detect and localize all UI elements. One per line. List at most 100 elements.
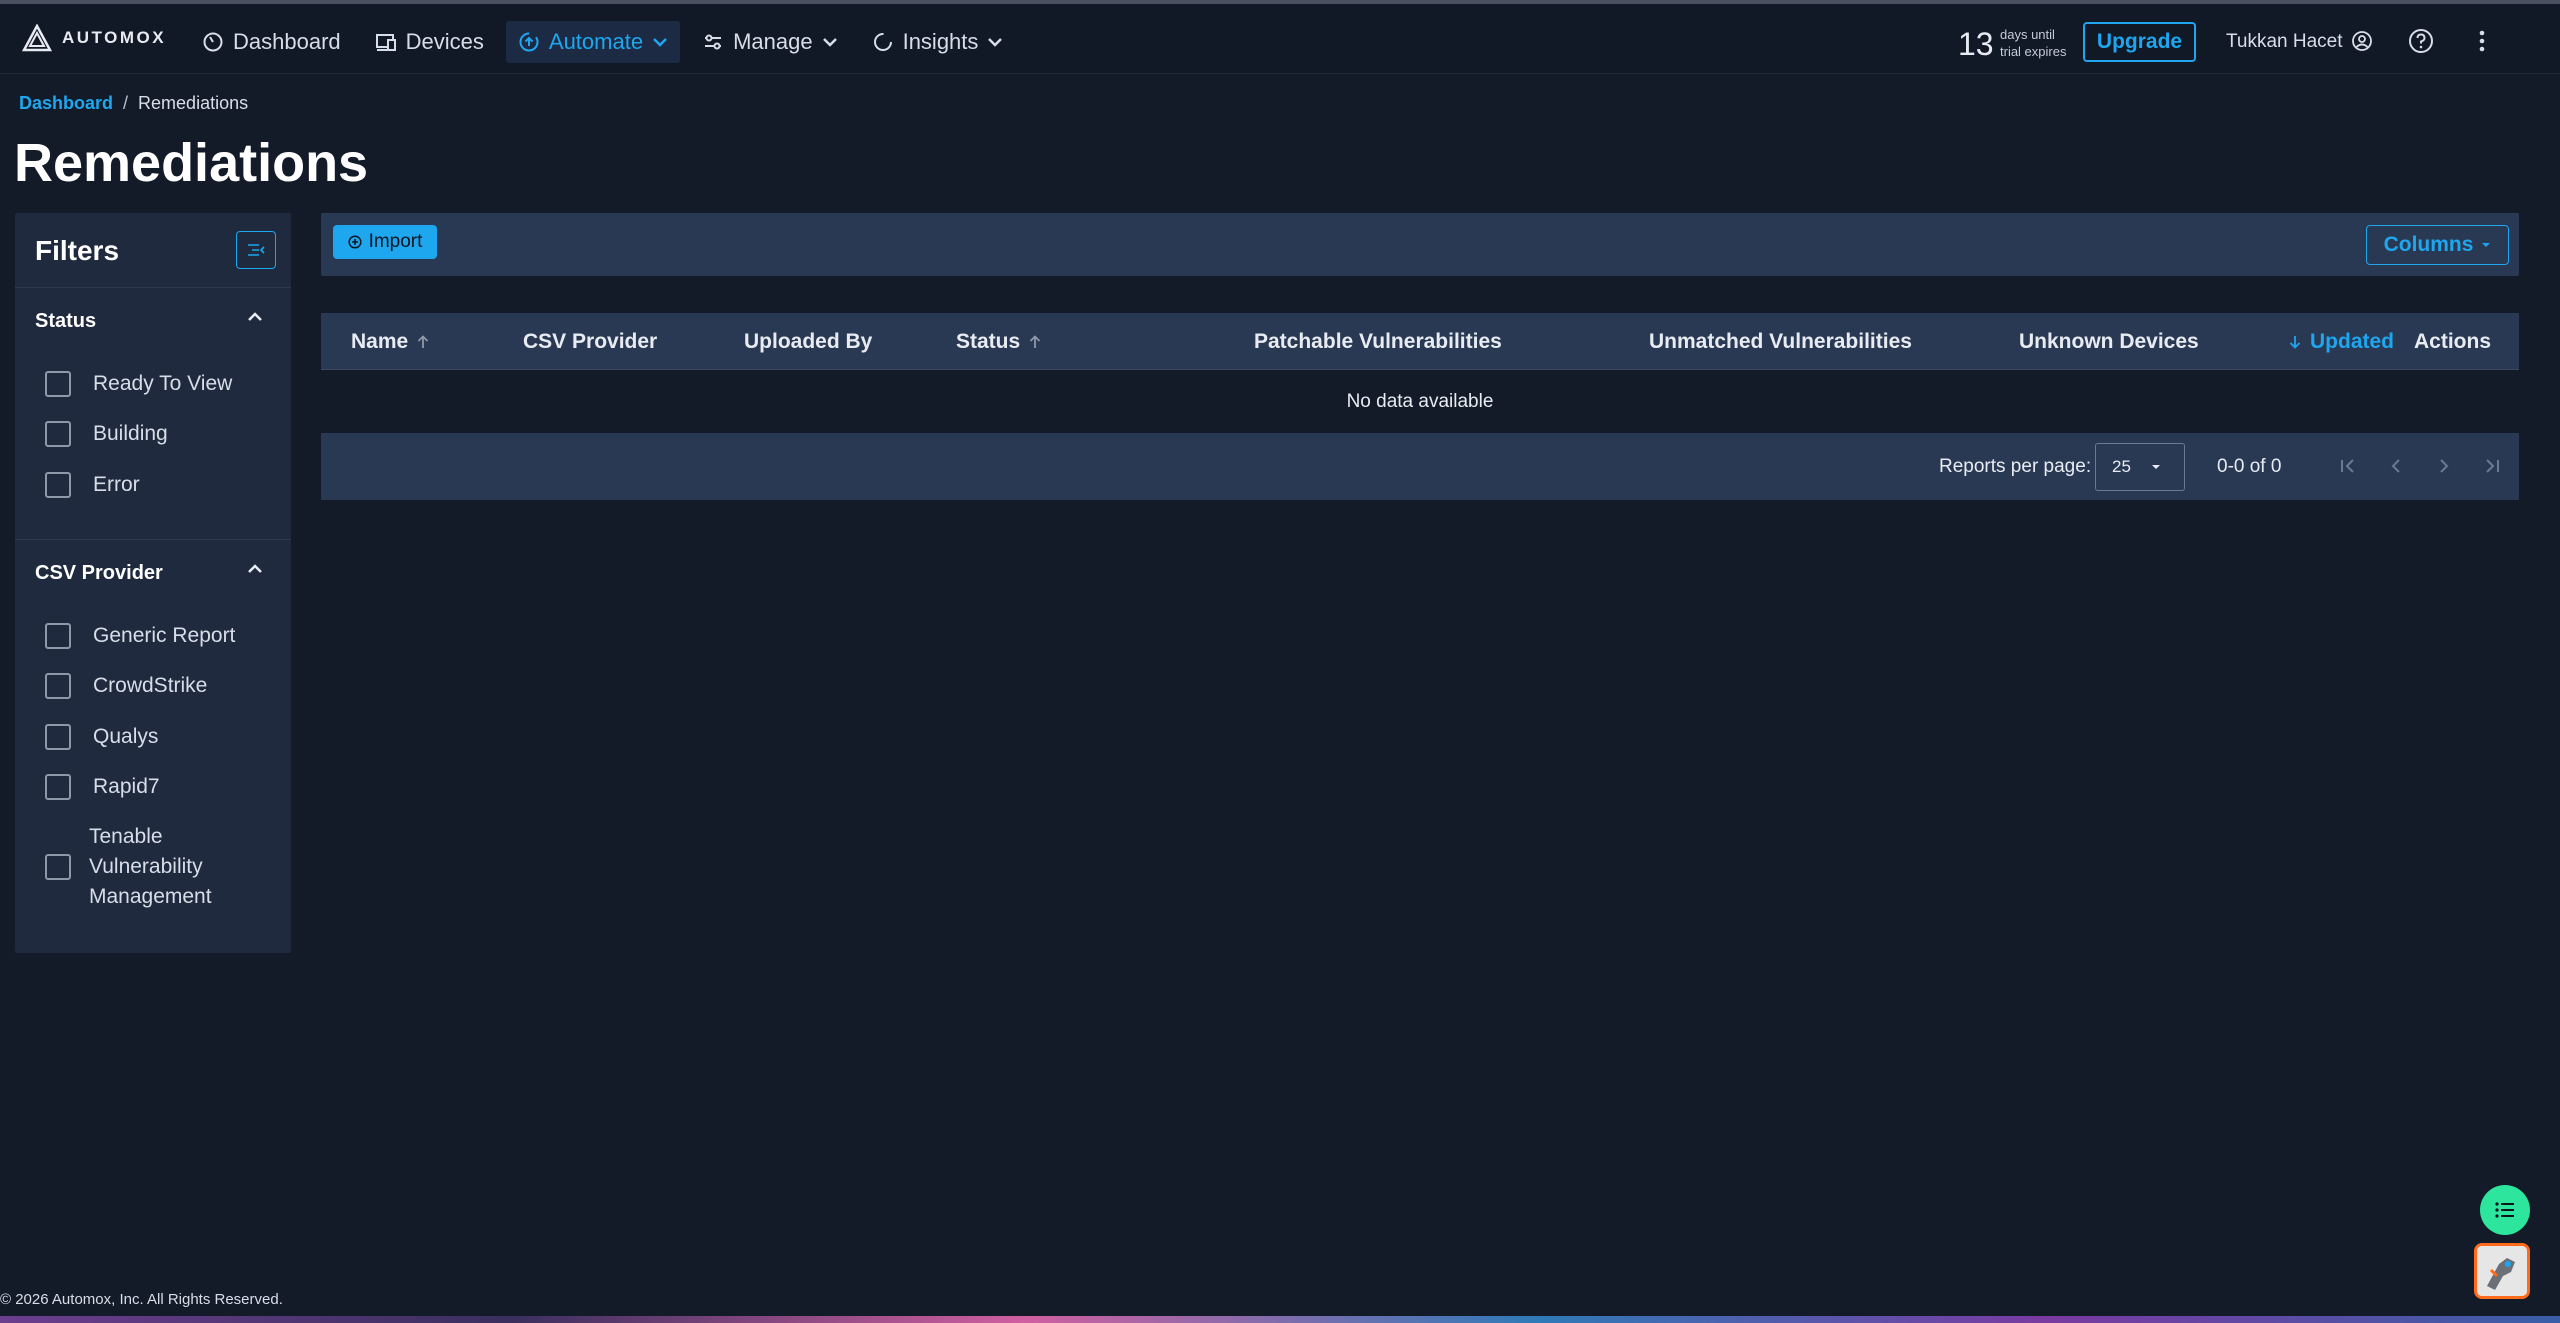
trial-expiry-text: days until trial expires bbox=[2000, 26, 2066, 60]
add-circle-icon bbox=[348, 235, 362, 249]
status-section-header[interactable]: Status bbox=[15, 288, 291, 354]
filter-option-crowdstrike[interactable]: CrowdStrike bbox=[45, 673, 207, 699]
label-line: Tenable bbox=[89, 825, 163, 848]
filter-option-rapid7[interactable]: Rapid7 bbox=[45, 774, 160, 800]
column-header-label: Unknown Devices bbox=[2019, 330, 2199, 353]
trial-text-line2: trial expires bbox=[2000, 44, 2067, 59]
automox-logo[interactable]: AUTOMOX bbox=[22, 24, 166, 52]
filters-header: Filters bbox=[15, 213, 291, 288]
nav-devices-label: Devices bbox=[405, 29, 484, 54]
collapse-filters-button[interactable] bbox=[236, 231, 276, 269]
csv-provider-section-header[interactable]: CSV Provider bbox=[15, 540, 291, 606]
import-button[interactable]: Import bbox=[333, 225, 437, 259]
chevron-down-icon bbox=[988, 38, 1003, 47]
help-icon[interactable] bbox=[2408, 28, 2434, 54]
empty-state-text: No data available bbox=[1346, 390, 1494, 412]
chevron-down-icon bbox=[653, 38, 667, 47]
column-header-label: Name bbox=[351, 330, 409, 353]
filter-option-qualys[interactable]: Qualys bbox=[45, 724, 158, 750]
nav-insights[interactable]: Insights bbox=[860, 21, 1016, 63]
desktop-taskbar-strip bbox=[0, 1316, 2560, 1323]
column-header-label: Unmatched Vulnerabilities bbox=[1649, 330, 1912, 353]
trial-days-count: 13 bbox=[1958, 26, 1994, 62]
checkbox[interactable] bbox=[45, 724, 71, 750]
user-account-icon[interactable] bbox=[2351, 30, 2373, 52]
nav-manage[interactable]: Manage bbox=[690, 21, 850, 63]
column-header-csv-provider[interactable]: CSV Provider bbox=[523, 330, 657, 354]
column-header-patchable-vulnerabilities[interactable]: Patchable Vulnerabilities bbox=[1254, 330, 1502, 354]
table-toolbar: Import Columns bbox=[321, 213, 2519, 276]
checkbox[interactable] bbox=[45, 623, 71, 649]
nav-devices[interactable]: Devices bbox=[363, 21, 496, 63]
upgrade-button[interactable]: Upgrade bbox=[2083, 22, 2196, 62]
remediations-table: Name CSV Provider Uploaded By Status Pat… bbox=[321, 313, 2519, 500]
brand-name: AUTOMOX bbox=[62, 28, 167, 47]
filter-option-label: Building bbox=[93, 422, 168, 445]
nav-insights-label: Insights bbox=[902, 29, 979, 54]
breadcrumb: Dashboard / Remediations bbox=[19, 93, 248, 114]
column-header-status[interactable]: Status bbox=[956, 330, 1042, 354]
columns-button[interactable]: Columns bbox=[2366, 225, 2509, 265]
chevron-up-icon bbox=[248, 312, 262, 321]
gauge-icon bbox=[203, 32, 223, 52]
column-header-name[interactable]: Name bbox=[351, 330, 430, 354]
automate-icon bbox=[519, 32, 539, 52]
nav-automate[interactable]: Automate bbox=[505, 21, 681, 63]
column-header-unmatched-vulnerabilities[interactable]: Unmatched Vulnerabilities bbox=[1649, 330, 1912, 354]
filter-option-label: Generic Report bbox=[93, 624, 236, 647]
breadcrumb-dashboard-link[interactable]: Dashboard bbox=[19, 93, 113, 114]
rows-per-page-label: Reports per page: bbox=[1939, 456, 2092, 477]
label-line: Management bbox=[89, 885, 212, 908]
column-header-updated[interactable]: Updated bbox=[2288, 330, 2394, 354]
rows-per-page-value: 25 bbox=[2112, 457, 2131, 476]
last-page-icon[interactable] bbox=[2480, 454, 2504, 478]
filter-option-tenable-vulnerability-management[interactable]: Tenable Vulnerability Management bbox=[45, 822, 212, 912]
table-header: Name CSV Provider Uploaded By Status Pat… bbox=[321, 313, 2519, 370]
column-header-uploaded-by[interactable]: Uploaded By bbox=[744, 330, 872, 354]
filter-option-label: Error bbox=[93, 473, 140, 496]
devices-icon bbox=[375, 34, 396, 51]
filter-option-label: Qualys bbox=[93, 725, 159, 748]
nav-dashboard[interactable]: Dashboard bbox=[190, 21, 353, 63]
next-page-icon[interactable] bbox=[2432, 454, 2456, 478]
import-button-label: Import bbox=[368, 231, 423, 252]
checkbox[interactable] bbox=[45, 371, 71, 397]
sort-arrow-down-icon bbox=[2289, 336, 2301, 349]
filter-option-label: Ready To View bbox=[93, 372, 233, 395]
sliders-icon bbox=[705, 34, 722, 50]
column-header-label: Actions bbox=[2414, 330, 2492, 353]
column-header-label: CSV Provider bbox=[523, 330, 658, 353]
previous-page-icon[interactable] bbox=[2384, 454, 2408, 478]
caret-down-icon bbox=[2482, 243, 2491, 247]
column-header-label: Uploaded By bbox=[744, 330, 873, 353]
mascot-avatar-icon bbox=[2477, 1246, 2527, 1296]
list-icon bbox=[2495, 1202, 2514, 1218]
checkbox[interactable] bbox=[45, 854, 71, 880]
checkbox[interactable] bbox=[45, 673, 71, 699]
checkbox[interactable] bbox=[45, 421, 71, 447]
filter-option-generic-report[interactable]: Generic Report bbox=[45, 623, 235, 649]
columns-button-label: Columns bbox=[2383, 233, 2474, 256]
chevron-down-icon bbox=[822, 38, 837, 47]
more-options-icon[interactable] bbox=[2472, 28, 2492, 54]
filter-option-label: Tenable Vulnerability Management bbox=[89, 822, 212, 912]
rows-per-page-select[interactable]: 25 bbox=[2095, 443, 2185, 491]
column-header-unknown-devices[interactable]: Unknown Devices bbox=[2019, 330, 2199, 354]
filter-option-building[interactable]: Building bbox=[45, 421, 168, 447]
assistant-avatar-button[interactable] bbox=[2474, 1243, 2530, 1299]
first-page-icon[interactable] bbox=[2336, 454, 2360, 478]
table-pagination: Reports per page: 25 0-0 of 0 bbox=[321, 434, 2519, 500]
table-body-empty: No data available bbox=[321, 370, 2519, 434]
user-name[interactable]: Tukkan Hacet bbox=[2226, 31, 2343, 53]
filter-option-ready-to-view[interactable]: Ready To View bbox=[45, 371, 232, 397]
checklist-fab-button[interactable] bbox=[2480, 1185, 2530, 1235]
filter-option-error[interactable]: Error bbox=[45, 472, 140, 498]
status-section-title: Status bbox=[35, 310, 97, 332]
top-navigation-bar: AUTOMOX Dashboard Devices Automate Manag… bbox=[0, 0, 2560, 74]
nav-dashboard-label: Dashboard bbox=[233, 29, 341, 54]
sort-arrow-up-icon bbox=[418, 335, 429, 348]
checkbox[interactable] bbox=[45, 472, 71, 498]
checkbox[interactable] bbox=[45, 774, 71, 800]
filter-option-label: Rapid7 bbox=[93, 775, 160, 798]
collapse-panel-icon bbox=[248, 244, 265, 256]
